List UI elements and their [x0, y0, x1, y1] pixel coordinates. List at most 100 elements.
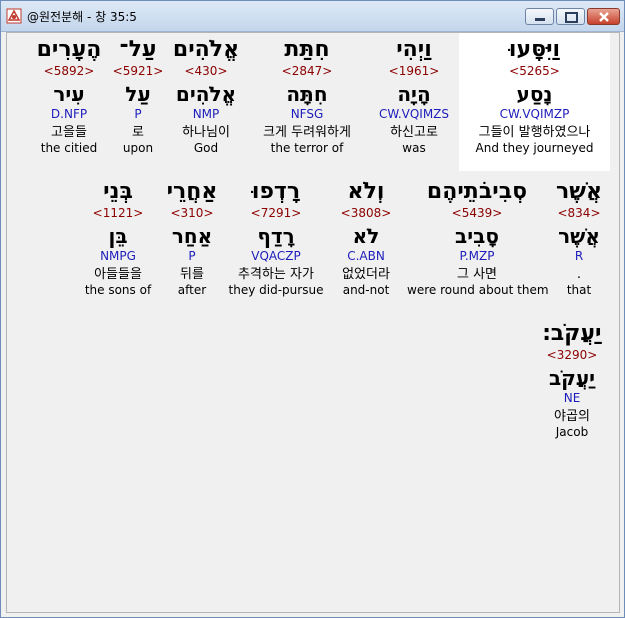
english-gloss: Jacob	[555, 425, 589, 439]
hebrew-word: הֶעָרִים	[36, 37, 102, 62]
korean-gloss: 그들이 발행하였으나	[478, 125, 591, 140]
korean-gloss: 없었더라	[342, 267, 390, 282]
english-gloss: was	[402, 141, 426, 155]
korean-gloss: 고을들	[51, 125, 87, 140]
app-icon	[6, 8, 22, 24]
hebrew-word: בְּנֵי	[103, 179, 133, 204]
word-block[interactable]: אַחֲרֵי <310> אַחַר P 뒤를 after	[159, 179, 225, 298]
lemma-word: אֱלֹהִים	[175, 82, 237, 106]
word-block[interactable]: וַיְהִי <1961> הָיָה CW.VQIMZS 하신고로 was	[369, 37, 459, 156]
morph-code: C.ABN	[347, 249, 385, 263]
word-block[interactable]: חִתַּת <2847> חִתָּה NFSG 크게 두려워하게 the t…	[247, 37, 367, 156]
korean-gloss: 로	[132, 125, 144, 140]
hebrew-word: אֱלֹהִים	[172, 37, 240, 62]
strong-number[interactable]: <5265>	[459, 64, 610, 78]
strong-number[interactable]: <3808>	[327, 206, 405, 220]
korean-gloss: .	[576, 267, 582, 282]
morph-code: R	[574, 249, 584, 263]
word-block[interactable]: אֱלֹהִים <430> אֱלֹהִים NMP 하나님이 God	[167, 37, 245, 156]
word-block[interactable]: בְּנֵי <1121> בֵּן NMPG 아들들을 the sons of	[79, 179, 157, 298]
morph-code: D.NFP	[50, 107, 88, 121]
hebrew-word: יַעֲקֹב׃	[542, 321, 602, 346]
morph-code: NFSG	[290, 107, 324, 121]
maximize-button[interactable]	[556, 8, 585, 25]
english-gloss: upon	[122, 141, 154, 155]
word-block[interactable]: אֲשֶׁר <834> אֲשֶׁר R . that	[549, 179, 609, 298]
hebrew-word: חִתַּת	[284, 37, 330, 62]
window-title: @원전분해 - 창 35:5	[27, 10, 137, 24]
hebrew-word: וַיְהִי	[396, 37, 432, 62]
morph-code: NMP	[192, 107, 220, 121]
minimize-icon	[535, 18, 545, 21]
lemma-word: אַחַר	[171, 224, 213, 248]
morph-code: CW.VQIMZP	[499, 107, 570, 121]
morph-code: NE	[563, 391, 581, 405]
english-gloss: the sons of	[84, 283, 152, 297]
close-button[interactable]	[587, 8, 620, 25]
morph-code: P	[134, 107, 142, 121]
word-block[interactable]: הֶעָרִים <5892> עִיר D.NFP 고을들 the citie…	[29, 37, 109, 156]
korean-gloss: 하신고로	[390, 125, 438, 140]
lemma-word: סָבִיב	[455, 224, 499, 248]
strong-number[interactable]: <3290>	[535, 348, 609, 362]
maximize-icon	[565, 12, 578, 23]
app-window: @원전분해 - 창 35:5 וַיִּסָּעוּ <5265> נָסַע …	[0, 0, 625, 618]
morph-code: P	[188, 249, 196, 263]
hebrew-word: אֲשֶׁר	[556, 179, 602, 204]
analysis-pane: וַיִּסָּעוּ <5265> נָסַע CW.VQIMZP 그들이 발…	[6, 32, 620, 613]
korean-gloss: 뒤를	[180, 267, 204, 282]
english-gloss: they did-pursue	[228, 283, 324, 297]
strong-number[interactable]: <834>	[549, 206, 609, 220]
morph-code: CW.VQIMZS	[378, 107, 450, 121]
hebrew-word: אַחֲרֵי	[166, 179, 218, 204]
lemma-word: עַל	[125, 82, 151, 106]
word-block[interactable]: סְבִיבֹתֵיהֶם <5439> סָבִיב P.MZP 그 사면 w…	[407, 179, 549, 298]
strong-number[interactable]: <1121>	[79, 206, 157, 220]
hebrew-word: עַל־	[119, 37, 157, 62]
english-gloss: the citied	[40, 141, 98, 155]
lemma-word: אֲשֶׁר	[558, 224, 600, 248]
hebrew-word: וַיִּסָּעוּ	[508, 37, 561, 62]
word-block[interactable]: עַל־ <5921> עַל P 로 upon	[111, 37, 165, 156]
korean-gloss: 하나님이	[182, 125, 230, 140]
strong-number[interactable]: <5921>	[111, 64, 165, 78]
lemma-word: לֹא	[352, 224, 380, 248]
korean-gloss: 야곱의	[554, 409, 590, 424]
english-gloss: after	[177, 283, 207, 297]
word-block[interactable]: יַעֲקֹב׃ <3290> יַעֲקֹב NE 야곱의 Jacob	[535, 321, 609, 440]
word-block[interactable]: וַיִּסָּעוּ <5265> נָסַע CW.VQIMZP 그들이 발…	[459, 33, 610, 171]
english-gloss: God	[193, 141, 219, 155]
strong-number[interactable]: <5439>	[407, 206, 547, 220]
korean-gloss: 추격하는 자가	[238, 267, 314, 282]
lemma-word: רָדַף	[257, 224, 295, 248]
hebrew-word: סְבִיבֹתֵיהֶם	[426, 179, 528, 204]
word-block[interactable]: רָדְפוּ <7291> רָדַף VQACZP 추격하는 자가 they…	[227, 179, 325, 298]
morph-code: NMPG	[100, 249, 136, 263]
strong-number[interactable]: <5892>	[29, 64, 109, 78]
word-block[interactable]: וְלֹא <3808> לֹא C.ABN 없었더라 and-not	[327, 179, 405, 298]
lemma-word: נָסַע	[516, 82, 553, 106]
english-gloss: that	[566, 283, 592, 297]
hebrew-word: רָדְפוּ	[251, 179, 301, 204]
english-gloss: and-not	[342, 283, 390, 297]
hebrew-word: וְלֹא	[347, 179, 385, 204]
korean-gloss: 아들들을	[94, 267, 142, 282]
lemma-word: עִיר	[53, 82, 85, 106]
strong-number[interactable]: <1961>	[369, 64, 459, 78]
strong-number[interactable]: <310>	[159, 206, 225, 220]
english-gloss: the terror of	[270, 141, 344, 155]
strong-number[interactable]: <2847>	[247, 64, 367, 78]
strong-number[interactable]: <7291>	[227, 206, 325, 220]
title-bar[interactable]: @원전분해 - 창 35:5	[1, 1, 624, 32]
strong-number[interactable]: <430>	[167, 64, 245, 78]
morph-code: P.MZP	[459, 249, 495, 263]
english-gloss: were round about them	[407, 283, 549, 297]
close-icon	[599, 12, 609, 22]
korean-gloss: 그 사면	[456, 267, 497, 282]
morph-code: VQACZP	[251, 249, 301, 263]
korean-gloss: 크게 두려워하게	[263, 125, 351, 140]
lemma-word: חִתָּה	[286, 82, 328, 106]
lemma-word: הָיָה	[397, 82, 431, 106]
minimize-button[interactable]	[525, 8, 554, 25]
lemma-word: יַעֲקֹב	[548, 366, 596, 390]
